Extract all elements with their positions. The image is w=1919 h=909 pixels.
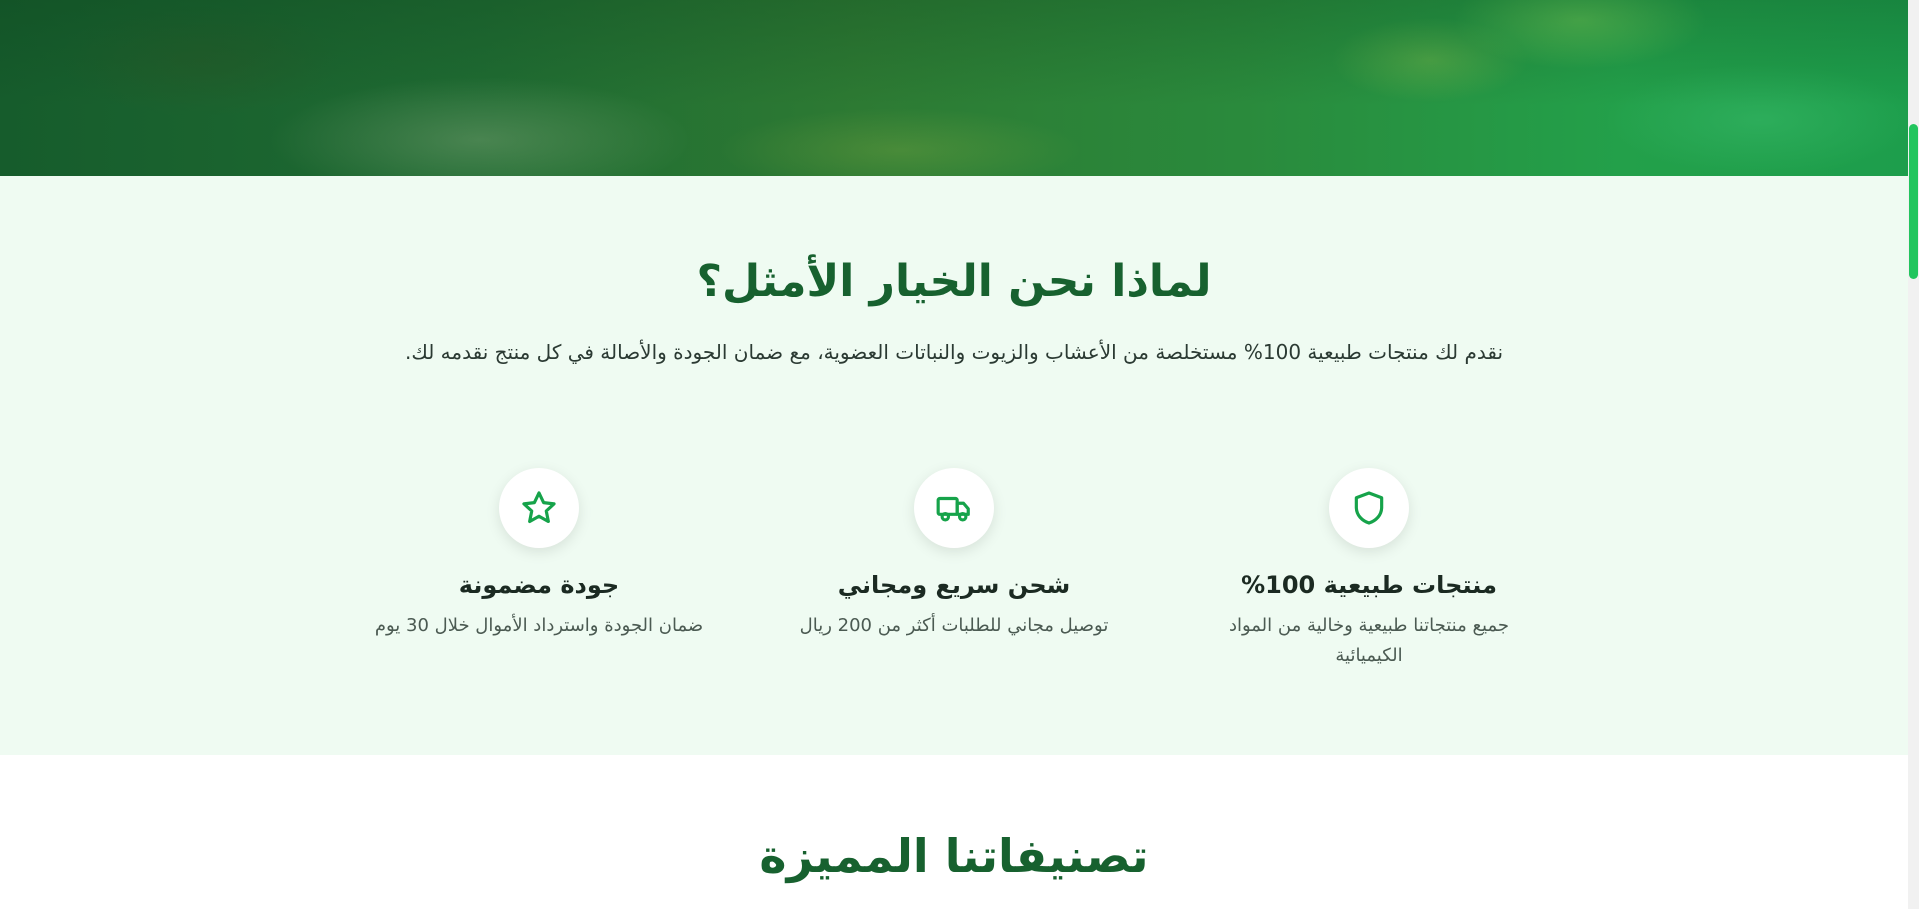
- categories-section: تصنيفاتنا المميزة: [0, 755, 1908, 909]
- hero-image: [0, 0, 1908, 176]
- feature-title: جودة مضمونة: [458, 571, 620, 599]
- feature-title: منتجات طبيعية 100%: [1241, 571, 1497, 599]
- feature-icon-circle: [1329, 468, 1409, 548]
- categories-title: تصنيفاتنا المميزة: [759, 829, 1149, 883]
- shield-icon: [1354, 491, 1384, 525]
- feature-title: شحن سريع ومجاني: [837, 571, 1071, 599]
- feature-quality: جودة مضمونة ضمان الجودة واسترداد الأموال…: [374, 468, 704, 671]
- feature-description: توصيل مجاني للطلبات أكثر من 200 ريال: [799, 615, 1109, 637]
- scrollbar-thumb[interactable]: [1909, 124, 1918, 279]
- feature-icon-circle: [914, 468, 994, 548]
- page: لماذا نحن الخيار الأمثل؟ نقدم لك منتجات …: [0, 0, 1919, 909]
- truck-icon: [936, 496, 970, 522]
- star-icon: [522, 491, 556, 524]
- feature-icon-circle: [499, 468, 579, 548]
- page-scrollbar[interactable]: [1908, 0, 1919, 909]
- why-us-section: لماذا نحن الخيار الأمثل؟ نقدم لك منتجات …: [0, 176, 1908, 755]
- features-list: منتجات طبيعية 100% جميع منتجاتنا طبيعية …: [374, 468, 1534, 671]
- feature-description: ضمان الجودة واسترداد الأموال خلال 30 يوم: [374, 615, 704, 637]
- why-us-title: لماذا نحن الخيار الأمثل؟: [696, 256, 1212, 307]
- feature-natural: منتجات طبيعية 100% جميع منتجاتنا طبيعية …: [1204, 468, 1534, 671]
- why-us-subtitle: نقدم لك منتجات طبيعية 100% مستخلصة من ال…: [404, 340, 1504, 364]
- feature-shipping: شحن سريع ومجاني توصيل مجاني للطلبات أكثر…: [789, 468, 1119, 671]
- feature-description: جميع منتجاتنا طبيعية وخالية من المواد ال…: [1228, 615, 1510, 667]
